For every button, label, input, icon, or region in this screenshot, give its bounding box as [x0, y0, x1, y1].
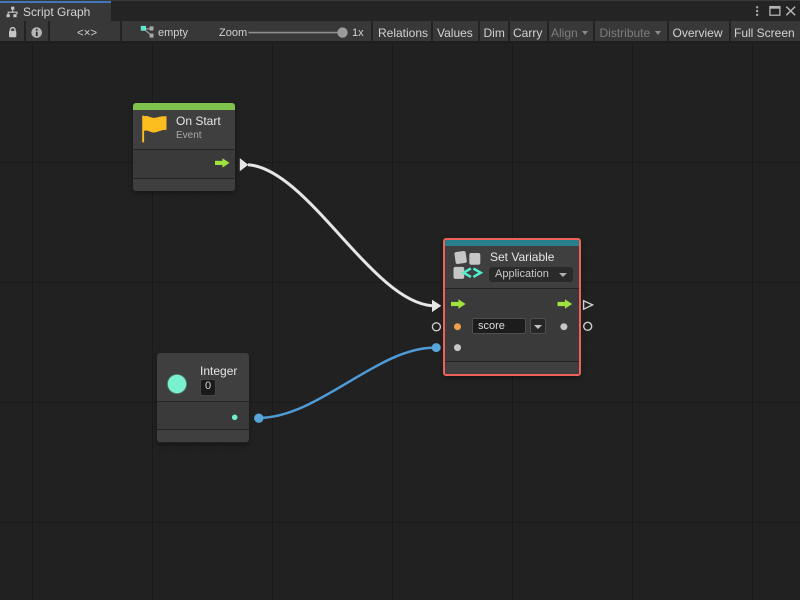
svg-text:<×>: <×> [77, 28, 97, 40]
